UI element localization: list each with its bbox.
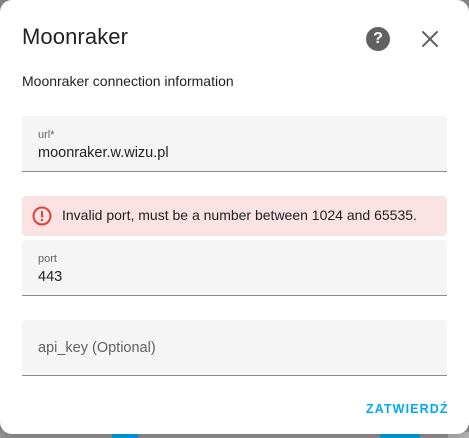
url-field[interactable]: url*: [22, 116, 447, 172]
moonraker-dialog: Moonraker ? Moonraker connection informa…: [0, 0, 469, 434]
error-message: Invalid port, must be a number between 1…: [62, 207, 417, 223]
background-element: [112, 434, 138, 438]
port-label: port: [38, 253, 57, 265]
port-field[interactable]: port: [22, 240, 447, 296]
url-label: url*: [38, 129, 55, 141]
submit-button[interactable]: ZATWIERDŹ: [366, 402, 449, 416]
dialog-title: Moonraker: [22, 24, 129, 49]
close-icon[interactable]: [418, 27, 442, 51]
api-key-field[interactable]: api_key (Optional): [22, 320, 447, 376]
help-icon[interactable]: ?: [366, 27, 390, 51]
url-input[interactable]: [38, 145, 428, 161]
port-input[interactable]: [38, 269, 428, 285]
api-key-placeholder: api_key (Optional): [38, 340, 156, 356]
dialog-subtitle: Moonraker connection information: [22, 73, 234, 89]
error-alert: Invalid port, must be a number between 1…: [22, 196, 447, 236]
alert-circle-icon: [32, 206, 52, 226]
background-element: [380, 434, 420, 438]
